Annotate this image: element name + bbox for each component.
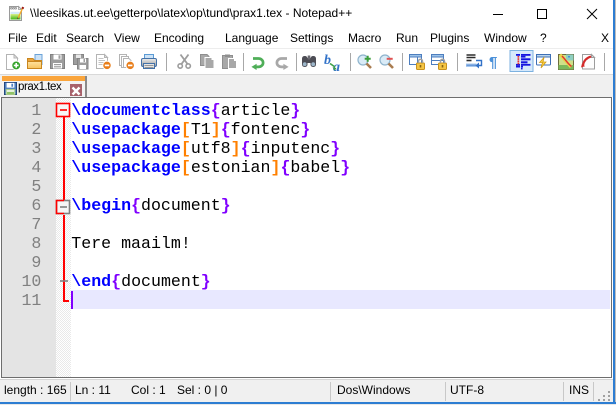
- svg-text:b: b: [324, 53, 331, 68]
- svg-text:¶: ¶: [489, 54, 497, 71]
- svg-text:a: a: [333, 60, 340, 75]
